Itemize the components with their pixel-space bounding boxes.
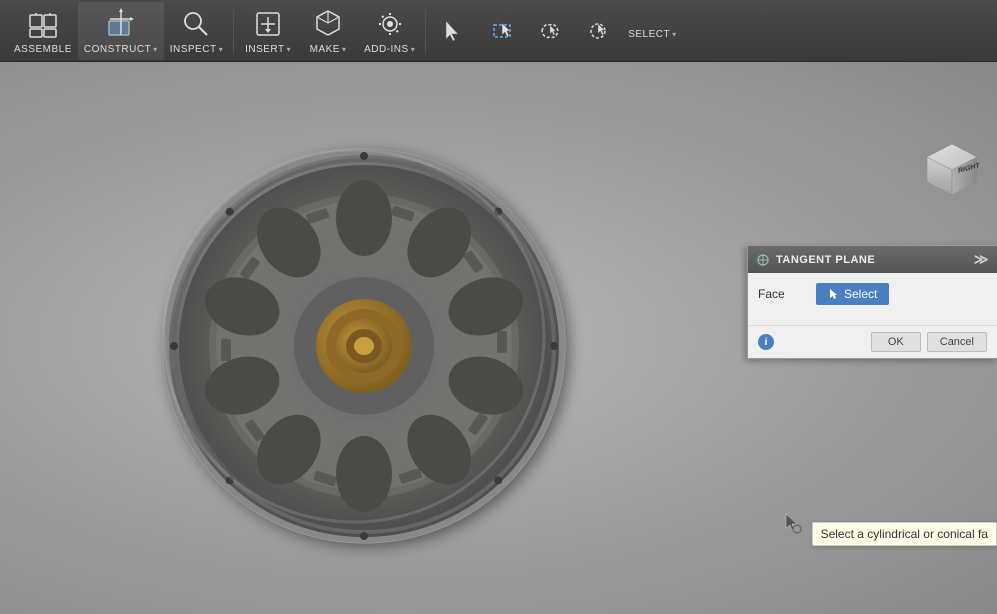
viewport[interactable]: RIGHT TANGENT PLANE ≫ Face [0, 62, 997, 614]
ok-button[interactable]: OK [871, 332, 921, 352]
toolbar-divider-1 [233, 9, 234, 53]
inspect-menu[interactable]: INSPECT▾ [164, 2, 229, 60]
select-menu[interactable]: SELECT▾ [622, 2, 682, 60]
construct-label: CONSTRUCT▾ [84, 44, 158, 55]
cursor-svg [782, 512, 804, 534]
add-ins-menu[interactable]: ADD-INS▾ [358, 2, 421, 60]
tangent-plane-icon [756, 253, 770, 267]
face-row: Face Select [758, 283, 987, 305]
panel-header: TANGENT PLANE ≫ [748, 246, 997, 273]
cursor-indicator [782, 512, 802, 532]
panel-footer: i OK Cancel [748, 325, 997, 358]
insert-label: INSERT▾ [245, 44, 291, 55]
assemble-icon [25, 6, 61, 42]
toolbar-divider-2 [425, 9, 426, 53]
orientation-cube[interactable]: RIGHT [917, 132, 987, 202]
window-select-icon [484, 13, 520, 49]
construct-menu[interactable]: CONSTRUCT▾ [78, 2, 164, 60]
tooltip: Select a cylindrical or conical fa [812, 522, 997, 546]
panel-header-left: TANGENT PLANE [756, 253, 875, 267]
panel-expand-icon[interactable]: ≫ [974, 251, 989, 268]
insert-icon [250, 6, 286, 42]
panel-title: TANGENT PLANE [776, 254, 875, 266]
add-ins-label: ADD-INS▾ [364, 44, 415, 55]
paint-select-btn[interactable] [574, 2, 622, 60]
insert-menu[interactable]: INSERT▾ [238, 2, 298, 60]
make-label: MAKE▾ [310, 44, 347, 55]
freeform-select-icon [532, 13, 568, 49]
paint-select-icon [580, 13, 616, 49]
cursor-icon [436, 13, 472, 49]
add-ins-icon [372, 6, 408, 42]
make-icon [310, 6, 346, 42]
make-menu[interactable]: MAKE▾ [298, 2, 358, 60]
info-icon: i [758, 334, 774, 350]
inspect-label: INSPECT▾ [170, 44, 223, 55]
orient-cube-svg: RIGHT [917, 132, 987, 202]
freeform-select-btn[interactable] [526, 2, 574, 60]
select-button[interactable]: Select [816, 283, 889, 305]
tooltip-text: Select a cylindrical or conical fa [821, 527, 988, 541]
assemble-menu[interactable]: ASSEMBLE [8, 2, 78, 60]
window-select-btn[interactable] [478, 2, 526, 60]
face-label: Face [758, 287, 808, 301]
cancel-button[interactable]: Cancel [927, 332, 987, 352]
tangent-plane-panel: TANGENT PLANE ≫ Face Select i OK Cancel [747, 245, 997, 359]
select-label: SELECT▾ [628, 29, 676, 40]
toolbar: ASSEMBLE CONSTRUCT▾ INSPECT▾ [0, 0, 997, 62]
assemble-label: ASSEMBLE [14, 44, 72, 55]
panel-body: Face Select [748, 273, 997, 325]
select-cursor-btn[interactable] [430, 2, 478, 60]
select-cursor-icon [828, 288, 840, 300]
inspect-icon [178, 6, 214, 42]
construct-icon [103, 6, 139, 42]
wheel-model [119, 98, 619, 578]
